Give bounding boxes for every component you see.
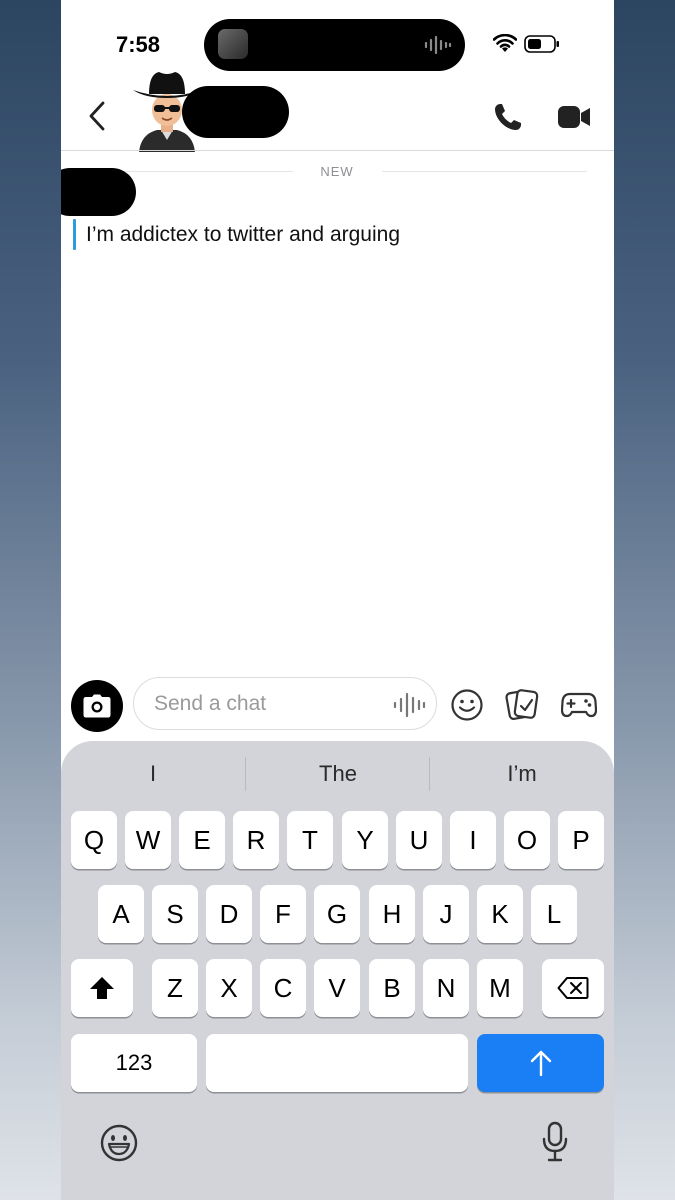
dynamic-island[interactable] xyxy=(204,19,465,71)
key-n[interactable]: N xyxy=(423,959,469,1017)
wifi-icon xyxy=(493,34,517,52)
shift-key[interactable] xyxy=(71,959,133,1017)
memories-icon[interactable] xyxy=(505,686,539,722)
voice-waveform-icon[interactable] xyxy=(392,692,426,718)
key-t[interactable]: T xyxy=(287,811,333,869)
suggestion-3[interactable]: I’m xyxy=(430,761,614,787)
key-b[interactable]: B xyxy=(369,959,415,1017)
audio-waveform-icon xyxy=(424,35,452,55)
key-l[interactable]: L xyxy=(531,885,577,943)
key-u[interactable]: U xyxy=(396,811,442,869)
key-p[interactable]: P xyxy=(558,811,604,869)
message-text[interactable]: I’m addictex to twitter and arguing xyxy=(86,223,400,247)
chat-input[interactable]: Send a chat xyxy=(133,677,437,730)
key-h[interactable]: H xyxy=(369,885,415,943)
header-divider xyxy=(61,150,614,151)
numbers-key[interactable]: 123 xyxy=(71,1034,197,1092)
battery-icon xyxy=(524,35,559,53)
camera-icon xyxy=(83,694,111,718)
chevron-left-icon[interactable] xyxy=(86,100,108,132)
key-v[interactable]: V xyxy=(314,959,360,1017)
key-g[interactable]: G xyxy=(314,885,360,943)
status-time: 7:58 xyxy=(116,32,161,57)
key-z[interactable]: Z xyxy=(152,959,198,1017)
keyboard: I The I’m Q W E R T Y U I O P A S D F G … xyxy=(61,741,614,1200)
new-divider-line-right xyxy=(382,171,587,172)
key-e[interactable]: E xyxy=(179,811,225,869)
key-a[interactable]: A xyxy=(98,885,144,943)
key-r[interactable]: R xyxy=(233,811,279,869)
suggestion-1[interactable]: I xyxy=(61,761,245,787)
key-s[interactable]: S xyxy=(152,885,198,943)
microphone-icon[interactable] xyxy=(541,1121,569,1163)
shift-arrow-icon xyxy=(90,977,114,999)
key-o[interactable]: O xyxy=(504,811,550,869)
key-y[interactable]: Y xyxy=(342,811,388,869)
key-f[interactable]: F xyxy=(260,885,306,943)
key-w[interactable]: W xyxy=(125,811,171,869)
backspace-icon xyxy=(557,977,589,999)
key-j[interactable]: J xyxy=(423,885,469,943)
key-q[interactable]: Q xyxy=(71,811,117,869)
message-accent-bar xyxy=(73,219,76,250)
new-messages-label: NEW xyxy=(320,164,354,179)
key-c[interactable]: C xyxy=(260,959,306,1017)
redacted-sender-name xyxy=(61,168,136,216)
game-controller-icon[interactable] xyxy=(561,688,597,720)
phone-icon[interactable] xyxy=(493,102,523,132)
key-i[interactable]: I xyxy=(450,811,496,869)
key-x[interactable]: X xyxy=(206,959,252,1017)
suggestion-2[interactable]: The xyxy=(246,761,430,787)
chat-input-placeholder: Send a chat xyxy=(154,692,267,715)
video-camera-icon[interactable] xyxy=(557,104,591,130)
redacted-username xyxy=(182,86,289,138)
key-m[interactable]: M xyxy=(477,959,523,1017)
delete-key[interactable] xyxy=(542,959,604,1017)
key-k[interactable]: K xyxy=(477,885,523,943)
smiley-icon[interactable] xyxy=(450,688,484,722)
send-arrow-icon xyxy=(530,1050,551,1077)
camera-button[interactable] xyxy=(71,680,123,732)
space-key[interactable] xyxy=(206,1034,468,1092)
media-thumbnail-icon xyxy=(218,29,248,59)
key-d[interactable]: D xyxy=(206,885,252,943)
emoji-icon[interactable] xyxy=(99,1123,139,1163)
phone-screen: 7:58 NEW I’m addictex to twitter and arg… xyxy=(61,0,614,1200)
send-key[interactable] xyxy=(477,1034,604,1092)
